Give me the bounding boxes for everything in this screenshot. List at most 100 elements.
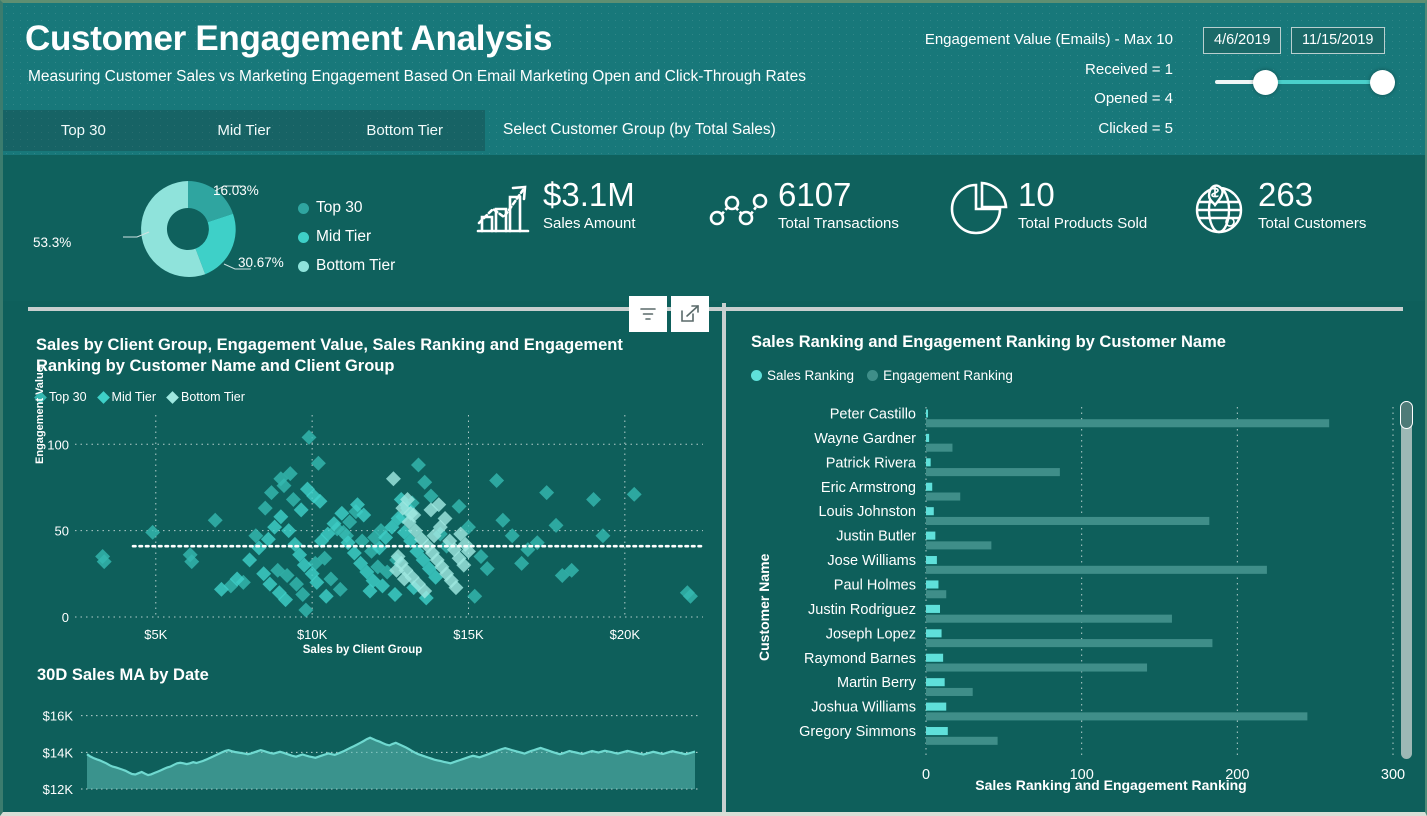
svg-text:Gregory Simmons: Gregory Simmons — [799, 724, 916, 740]
kpi-caption: Sales Amount — [543, 215, 636, 232]
bar-x-axis-title: Sales Ranking and Engagement Ranking — [916, 777, 1306, 793]
kpi-value: 10 — [1018, 177, 1147, 213]
kpi-caption: Total Products Sold — [1018, 215, 1147, 232]
left-panel: Sales by Client Group, Engagement Value,… — [3, 311, 722, 815]
scatter-legend-label: Bottom Tier — [181, 390, 245, 404]
right-panel: Sales Ranking and Engagement Ranking by … — [726, 311, 1427, 815]
donut-label-mid-tier: 30.67% — [238, 255, 284, 270]
scatter-x-axis-title: Sales by Client Group — [3, 644, 722, 656]
donut-legend-label: Top 30 — [316, 199, 363, 217]
slicer-label: Select Customer Group (by Total Sales) — [503, 121, 776, 139]
scatter-plot[interactable]: 050100$5K$10K$15K$20K — [3, 409, 722, 659]
svg-text:300: 300 — [1381, 767, 1405, 779]
svg-text:$20K: $20K — [610, 627, 641, 642]
page-subtitle: Measuring Customer Sales vs Marketing En… — [28, 68, 806, 86]
bar-legend-label: Sales Ranking — [767, 368, 854, 383]
legend-dot-icon — [298, 232, 309, 243]
donut-label-bottom-tier: 53.3% — [33, 235, 71, 250]
donut-legend-label: Mid Tier — [316, 228, 371, 246]
svg-text:Patrick Rivera: Patrick Rivera — [826, 455, 917, 471]
kpi-row: 16.03% 53.3% 30.67% Top 30 Mid Tier Bott… — [3, 155, 1427, 301]
scatter-legend-label: Top 30 — [49, 390, 87, 404]
svg-text:Martin Berry: Martin Berry — [837, 675, 917, 691]
svg-text:Joshua Williams: Joshua Williams — [811, 700, 916, 716]
svg-text:$5K: $5K — [144, 627, 167, 642]
legend-line-clicked: Clicked = 5 — [925, 114, 1173, 144]
svg-text:$16K: $16K — [43, 709, 74, 724]
kpi-card-total-products-sold[interactable]: 10 Total Products Sold — [948, 177, 1147, 239]
svg-text:Paul Holmes: Paul Holmes — [834, 577, 916, 593]
kpi-value: 263 — [1258, 177, 1366, 213]
legend-line-received: Received = 1 — [925, 55, 1173, 85]
kpi-card-sales-amount[interactable]: $3.1M Sales Amount — [473, 177, 636, 239]
page-title: Customer Engagement Analysis — [25, 19, 552, 59]
svg-text:Justin Butler: Justin Butler — [836, 529, 916, 545]
slider-handle-end[interactable] — [1370, 70, 1395, 95]
kpi-card-total-transactions[interactable]: 6107 Total Transactions — [708, 177, 899, 239]
ranking-bar-chart[interactable]: 0100200300Peter CastilloWayne GardnerPat… — [726, 399, 1427, 779]
donut-legend-item-bottom-tier[interactable]: Bottom Tier — [298, 257, 395, 275]
svg-text:$14K: $14K — [43, 745, 74, 760]
bar-chart-growth-icon — [473, 177, 533, 239]
legend-dot-icon — [298, 261, 309, 272]
dashboard-root: Customer Engagement Analysis Measuring C… — [0, 0, 1427, 816]
date-range-start-field[interactable]: 4/6/2019 — [1203, 27, 1281, 54]
moving-average-area-chart[interactable]: $12K $14K $16K — [3, 689, 722, 809]
svg-text:Louis Johnston: Louis Johnston — [818, 504, 916, 520]
slider-handle-start[interactable] — [1253, 70, 1278, 95]
customer-group-tabs: Top 30 Mid Tier Bottom Tier — [3, 110, 485, 151]
donut-label-top30: 16.03% — [213, 183, 259, 198]
bar-legend-item-sales-ranking[interactable]: Sales Ranking — [751, 368, 854, 383]
line-chart-nodes-icon — [708, 177, 768, 239]
svg-text:$12K: $12K — [43, 782, 74, 797]
bar-chart-scrollbar-track[interactable] — [1401, 401, 1412, 759]
bar-chart-title: Sales Ranking and Engagement Ranking by … — [751, 333, 1226, 352]
header-banner: Customer Engagement Analysis Measuring C… — [3, 3, 1427, 155]
scatter-chart-title: Sales by Client Group, Engagement Value,… — [36, 335, 676, 377]
svg-text:Eric Armstrong: Eric Armstrong — [821, 480, 916, 496]
kpi-caption: Total Customers — [1258, 215, 1366, 232]
ma-chart-title: 30D Sales MA by Date — [37, 666, 209, 685]
scatter-legend-label: Mid Tier — [112, 390, 156, 404]
svg-text:$10K: $10K — [297, 627, 328, 642]
tab-top-30[interactable]: Top 30 — [3, 110, 164, 151]
legend-dot-icon — [298, 203, 309, 214]
svg-text:Justin Rodriguez: Justin Rodriguez — [808, 602, 916, 618]
donut-legend-item-mid-tier[interactable]: Mid Tier — [298, 228, 395, 246]
engagement-value-legend: Engagement Value (Emails) - Max 10 Recei… — [925, 25, 1173, 143]
scatter-legend-item-bottom-tier[interactable]: Bottom Tier — [168, 390, 252, 404]
diamond-marker-icon — [97, 391, 110, 404]
svg-text:$15K: $15K — [453, 627, 484, 642]
svg-text:Raymond Barnes: Raymond Barnes — [804, 651, 916, 667]
legend-line-opened: Opened = 4 — [925, 84, 1173, 114]
client-group-donut-chart[interactable]: 16.03% 53.3% 30.67% Top 30 Mid Tier Bott… — [108, 167, 408, 292]
svg-text:Peter Castillo: Peter Castillo — [830, 406, 916, 422]
legend-line-max: Engagement Value (Emails) - Max 10 — [925, 25, 1173, 55]
kpi-value: 6107 — [778, 177, 899, 213]
svg-text:Jose Williams: Jose Williams — [827, 553, 916, 569]
tab-mid-tier[interactable]: Mid Tier — [164, 110, 325, 151]
tab-bottom-tier[interactable]: Bottom Tier — [324, 110, 485, 151]
scatter-legend-item-mid-tier[interactable]: Mid Tier — [99, 390, 163, 404]
bar-legend-label: Engagement Ranking — [883, 368, 1013, 383]
legend-dot-icon — [867, 370, 878, 381]
svg-text:100: 100 — [47, 437, 69, 452]
pie-chart-icon — [948, 177, 1008, 239]
kpi-card-total-customers[interactable]: 263 Total Customers — [1188, 177, 1366, 239]
svg-text:Wayne Gardner: Wayne Gardner — [814, 431, 916, 447]
donut-legend-item-top30[interactable]: Top 30 — [298, 199, 395, 217]
date-range-end-field[interactable]: 11/15/2019 — [1291, 27, 1385, 54]
donut-legend-label: Bottom Tier — [316, 257, 395, 275]
diamond-marker-icon — [166, 391, 179, 404]
bar-chart-scrollbar-thumb[interactable] — [1400, 401, 1413, 429]
legend-dot-icon — [751, 370, 762, 381]
kpi-value: $3.1M — [543, 177, 636, 213]
bar-chart-legend: Sales Ranking Engagement Ranking — [751, 368, 1026, 383]
donut-legend: Top 30 Mid Tier Bottom Tier — [298, 199, 395, 286]
svg-text:0: 0 — [62, 610, 69, 625]
bar-legend-item-engagement-ranking[interactable]: Engagement Ranking — [867, 368, 1013, 383]
date-range-slider[interactable] — [1215, 65, 1401, 99]
svg-text:Joseph Lopez: Joseph Lopez — [826, 626, 916, 642]
scatter-legend: Top 30 Mid Tier Bottom Tier — [36, 390, 252, 404]
globe-dollar-icon — [1188, 177, 1248, 239]
